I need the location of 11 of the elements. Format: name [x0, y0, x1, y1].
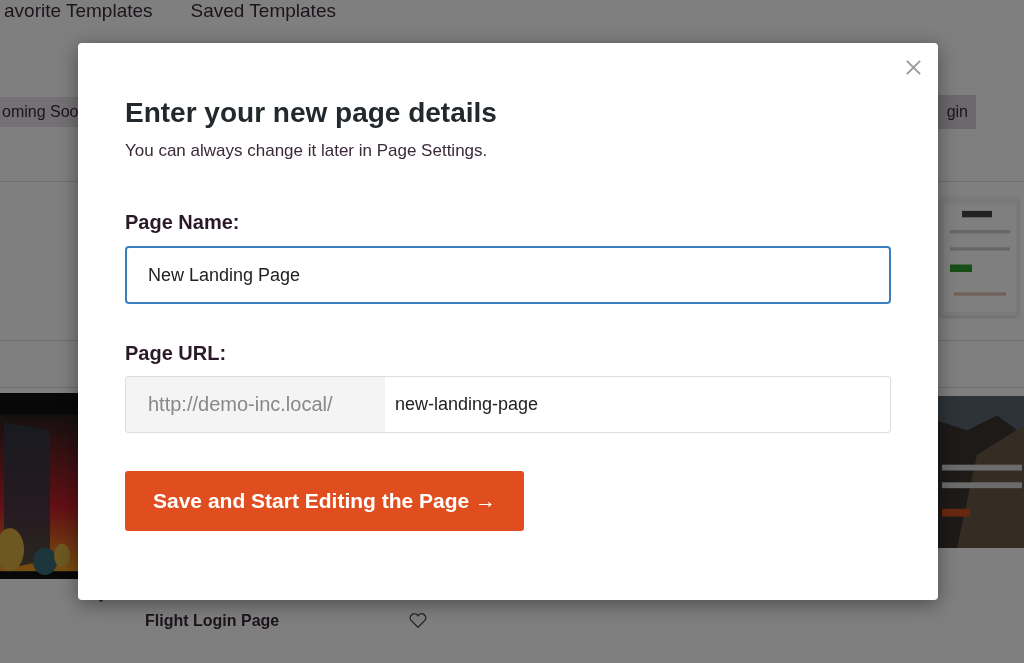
dialog-title: Enter your new page details [125, 97, 497, 129]
dialog-subtitle: You can always change it later in Page Settings. [125, 141, 488, 161]
card-title: Flight Login Page [145, 612, 280, 630]
tab[interactable]: Saved Templates [190, 0, 336, 20]
close-icon[interactable] [905, 59, 922, 76]
field-label: Page URL: [125, 342, 227, 365]
heart-icon[interactable] [409, 613, 427, 629]
page-name-field[interactable]: New Landing Page [125, 246, 891, 304]
field-label: Page Name: [125, 211, 240, 234]
tab[interactable]: avorite Templates [4, 0, 153, 20]
save-button[interactable]: Save and Start Editing the Page → [125, 471, 525, 531]
